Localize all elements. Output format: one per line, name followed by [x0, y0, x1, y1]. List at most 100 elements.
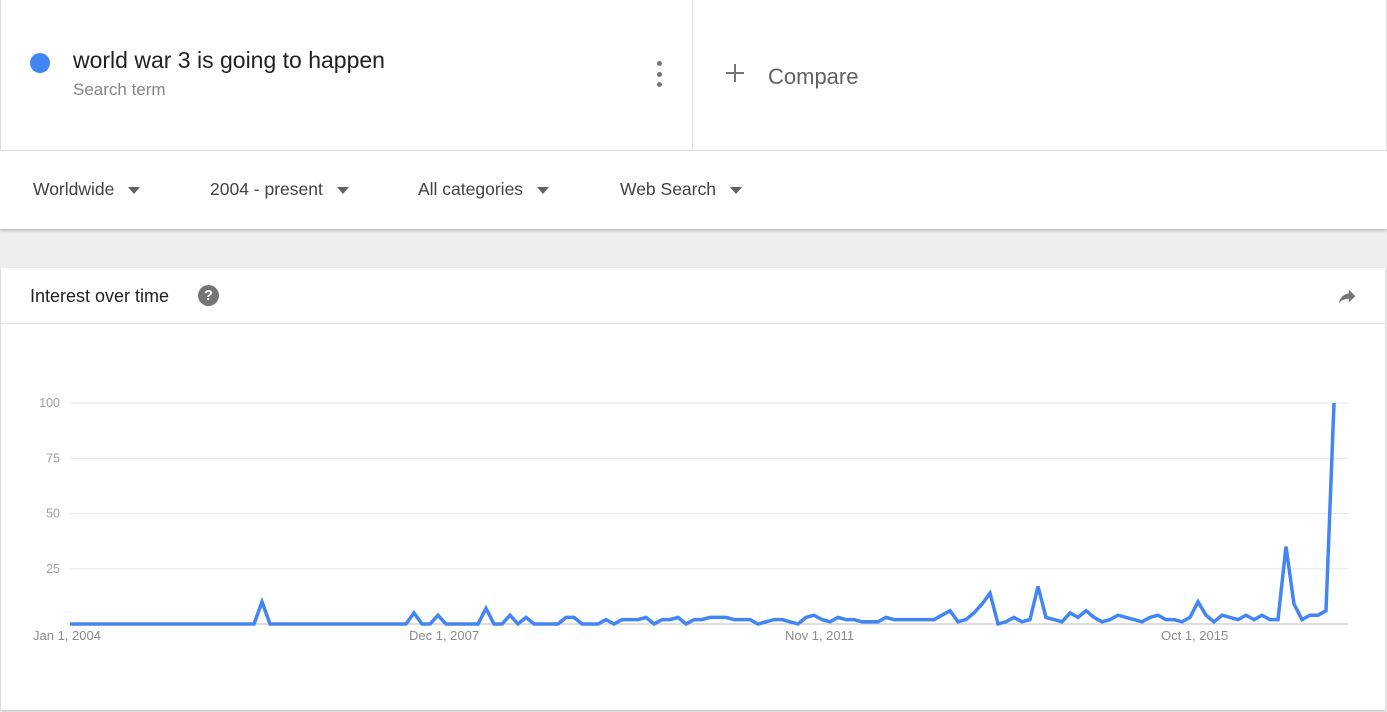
data-point[interactable]: [1163, 617, 1169, 623]
data-point[interactable]: [1155, 612, 1161, 618]
data-point[interactable]: [203, 621, 209, 627]
data-point[interactable]: [211, 621, 217, 627]
data-point[interactable]: [731, 617, 737, 623]
more-vert-icon[interactable]: [649, 61, 669, 87]
data-point[interactable]: [315, 621, 321, 627]
data-point[interactable]: [883, 614, 889, 620]
data-point[interactable]: [851, 617, 857, 623]
data-point[interactable]: [939, 612, 945, 618]
data-point[interactable]: [803, 614, 809, 620]
data-point[interactable]: [723, 614, 729, 620]
data-point[interactable]: [187, 621, 193, 627]
data-point[interactable]: [1235, 617, 1241, 623]
data-point[interactable]: [1291, 601, 1297, 607]
data-point[interactable]: [443, 621, 449, 627]
data-point[interactable]: [739, 617, 745, 623]
data-point[interactable]: [899, 617, 905, 623]
data-point[interactable]: [643, 614, 649, 620]
data-point[interactable]: [123, 621, 129, 627]
data-point[interactable]: [379, 621, 385, 627]
data-point[interactable]: [1195, 599, 1201, 605]
data-point[interactable]: [563, 614, 569, 620]
data-point[interactable]: [1115, 612, 1121, 618]
data-point[interactable]: [1315, 612, 1321, 618]
data-point[interactable]: [771, 617, 777, 623]
data-point[interactable]: [715, 614, 721, 620]
data-point[interactable]: [555, 621, 561, 627]
data-point[interactable]: [1107, 617, 1113, 623]
data-point[interactable]: [1027, 617, 1033, 623]
data-point[interactable]: [1035, 583, 1041, 589]
data-point[interactable]: [475, 621, 481, 627]
data-point[interactable]: [1059, 619, 1065, 625]
data-point[interactable]: [971, 610, 977, 616]
data-point[interactable]: [155, 621, 161, 627]
data-point[interactable]: [1243, 612, 1249, 618]
data-point[interactable]: [371, 621, 377, 627]
data-point[interactable]: [179, 621, 185, 627]
data-point[interactable]: [931, 617, 937, 623]
data-point[interactable]: [1011, 614, 1017, 620]
data-point[interactable]: [651, 621, 657, 627]
data-point[interactable]: [283, 621, 289, 627]
data-point[interactable]: [1171, 617, 1177, 623]
data-point[interactable]: [243, 621, 249, 627]
data-point[interactable]: [979, 601, 985, 607]
data-point[interactable]: [1083, 608, 1089, 614]
data-point[interactable]: [499, 621, 505, 627]
data-point[interactable]: [891, 617, 897, 623]
search-term-name[interactable]: world war 3 is going to happen: [73, 47, 385, 74]
data-point[interactable]: [1019, 619, 1025, 625]
data-point[interactable]: [1299, 617, 1305, 623]
data-point[interactable]: [323, 621, 329, 627]
data-point[interactable]: [595, 621, 601, 627]
data-point[interactable]: [1307, 612, 1313, 618]
data-point[interactable]: [99, 621, 105, 627]
data-point[interactable]: [875, 619, 881, 625]
data-point[interactable]: [627, 617, 633, 623]
data-point[interactable]: [219, 621, 225, 627]
data-point[interactable]: [107, 621, 113, 627]
data-point[interactable]: [115, 621, 121, 627]
data-point[interactable]: [1147, 614, 1153, 620]
data-point[interactable]: [955, 619, 961, 625]
data-point[interactable]: [331, 621, 337, 627]
data-point[interactable]: [1267, 617, 1273, 623]
data-point[interactable]: [163, 621, 169, 627]
data-point[interactable]: [1139, 619, 1145, 625]
data-point[interactable]: [363, 621, 369, 627]
data-point[interactable]: [1259, 612, 1265, 618]
data-point[interactable]: [1179, 619, 1185, 625]
data-point[interactable]: [1251, 617, 1257, 623]
data-point[interactable]: [571, 614, 577, 620]
data-point[interactable]: [635, 617, 641, 623]
data-point[interactable]: [827, 619, 833, 625]
data-point[interactable]: [307, 621, 313, 627]
data-point[interactable]: [131, 621, 137, 627]
data-point[interactable]: [659, 617, 665, 623]
data-point[interactable]: [923, 617, 929, 623]
data-point[interactable]: [411, 610, 417, 616]
data-point[interactable]: [275, 621, 281, 627]
data-point[interactable]: [843, 617, 849, 623]
data-point[interactable]: [995, 621, 1001, 627]
data-point[interactable]: [395, 621, 401, 627]
data-point[interactable]: [1003, 619, 1009, 625]
data-point[interactable]: [147, 621, 153, 627]
data-point[interactable]: [795, 621, 801, 627]
data-point[interactable]: [523, 614, 529, 620]
data-point[interactable]: [1331, 400, 1337, 406]
data-point[interactable]: [819, 617, 825, 623]
data-point[interactable]: [467, 621, 473, 627]
data-point[interactable]: [1091, 614, 1097, 620]
data-point[interactable]: [83, 621, 89, 627]
data-point[interactable]: [619, 617, 625, 623]
data-point[interactable]: [867, 619, 873, 625]
data-point[interactable]: [531, 621, 537, 627]
data-point[interactable]: [787, 619, 793, 625]
filter-time-range[interactable]: 2004 - present: [210, 179, 349, 200]
data-point[interactable]: [491, 621, 497, 627]
data-point[interactable]: [611, 621, 617, 627]
data-point[interactable]: [435, 612, 441, 618]
data-point[interactable]: [603, 617, 609, 623]
